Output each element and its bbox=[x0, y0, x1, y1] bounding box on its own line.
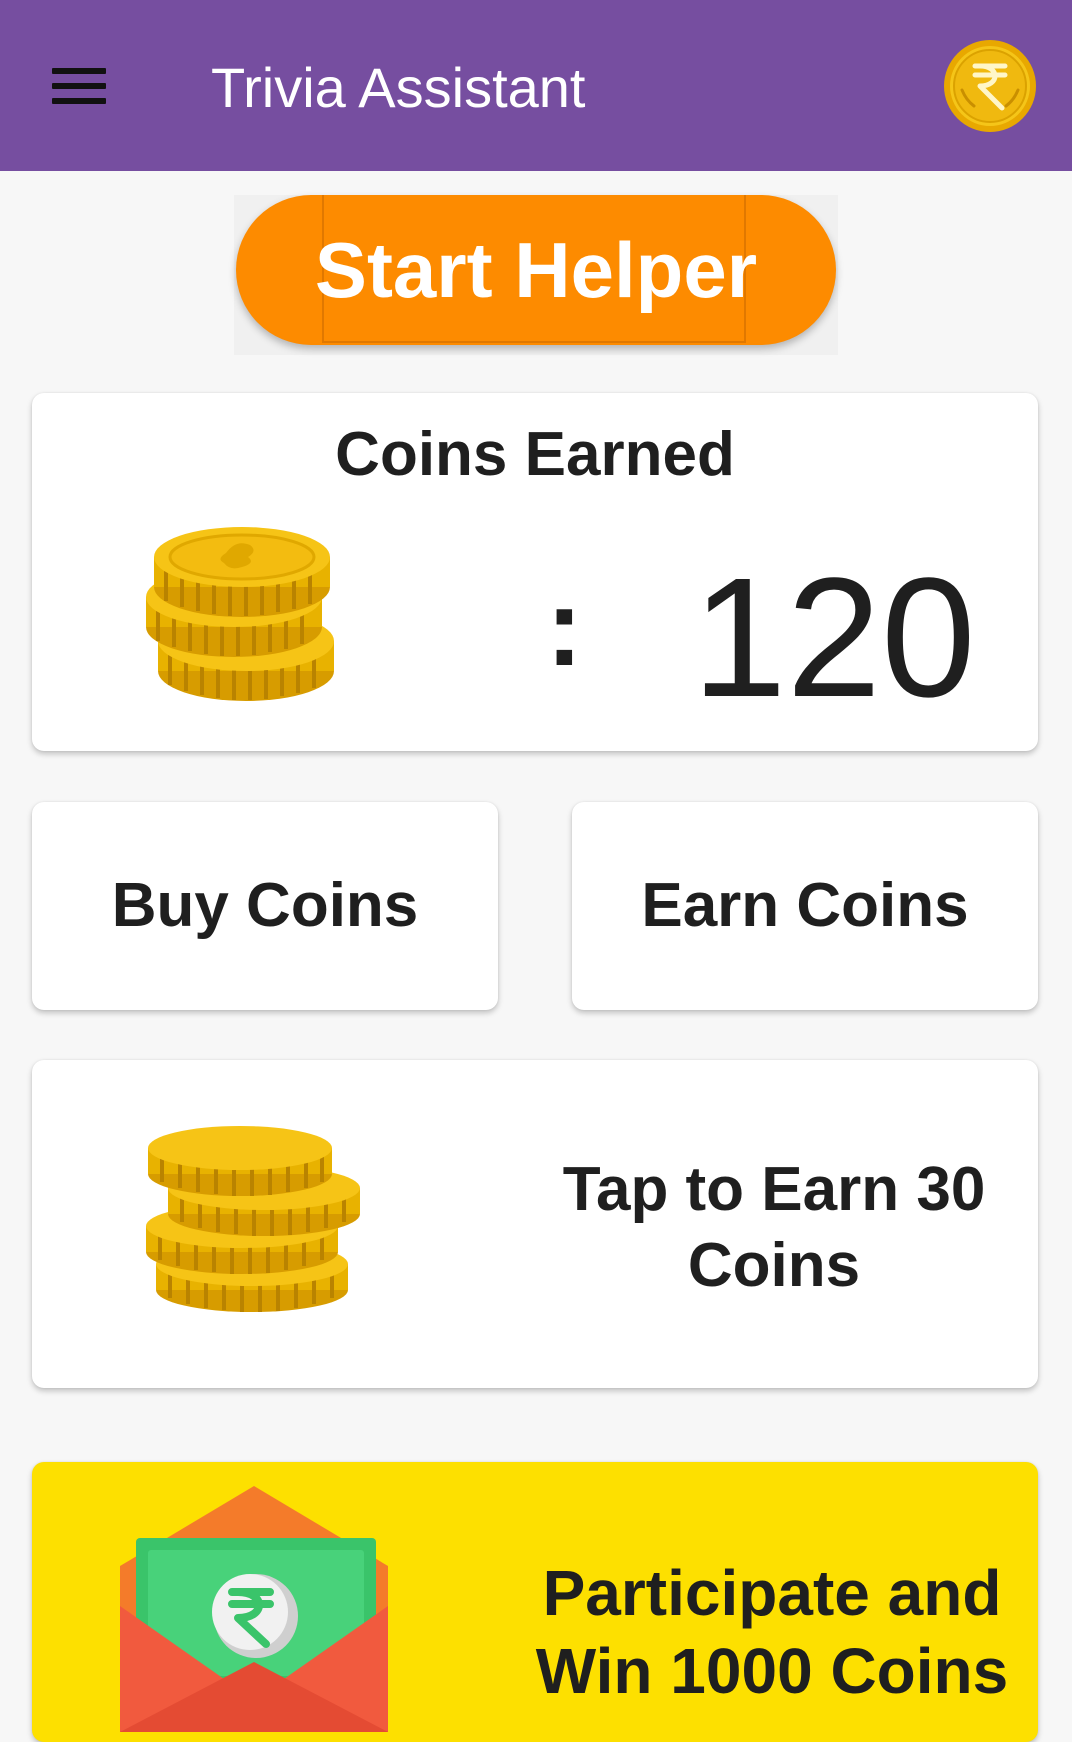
earn-coins-button[interactable]: Earn Coins bbox=[572, 802, 1038, 1010]
money-envelope-icon bbox=[120, 1486, 400, 1732]
tap-to-earn-label: Tap to Earn 30 Coins bbox=[562, 1155, 986, 1300]
coins-separator: : bbox=[546, 566, 583, 689]
coins-count: 120 bbox=[692, 543, 976, 733]
app-title: Trivia Assistant bbox=[211, 56, 586, 119]
coins-earned-heading: Coins Earned bbox=[335, 420, 735, 489]
start-helper-label: Start Helper bbox=[314, 226, 758, 314]
earn-coins-label: Earn Coins bbox=[641, 871, 969, 940]
coins-earned-card: Coins Earned : 120 bbox=[32, 393, 1038, 751]
rupee-coin-icon[interactable] bbox=[942, 38, 1038, 134]
participate-win-label: Participate and Win 1000 Coins bbox=[535, 1557, 1009, 1707]
app-bar: Trivia Assistant bbox=[0, 0, 1072, 171]
start-helper-button[interactable]: Start Helper bbox=[236, 195, 836, 345]
buy-coins-button[interactable]: Buy Coins bbox=[32, 802, 498, 1010]
hamburger-menu-icon[interactable] bbox=[44, 60, 114, 112]
coin-pile-icon bbox=[140, 1116, 370, 1326]
tap-to-earn-card[interactable]: Tap to Earn 30 Coins bbox=[32, 1060, 1038, 1388]
participate-win-card[interactable]: Participate and Win 1000 Coins bbox=[32, 1462, 1038, 1742]
coin-stack-icon bbox=[140, 523, 340, 723]
buy-coins-label: Buy Coins bbox=[111, 871, 419, 940]
